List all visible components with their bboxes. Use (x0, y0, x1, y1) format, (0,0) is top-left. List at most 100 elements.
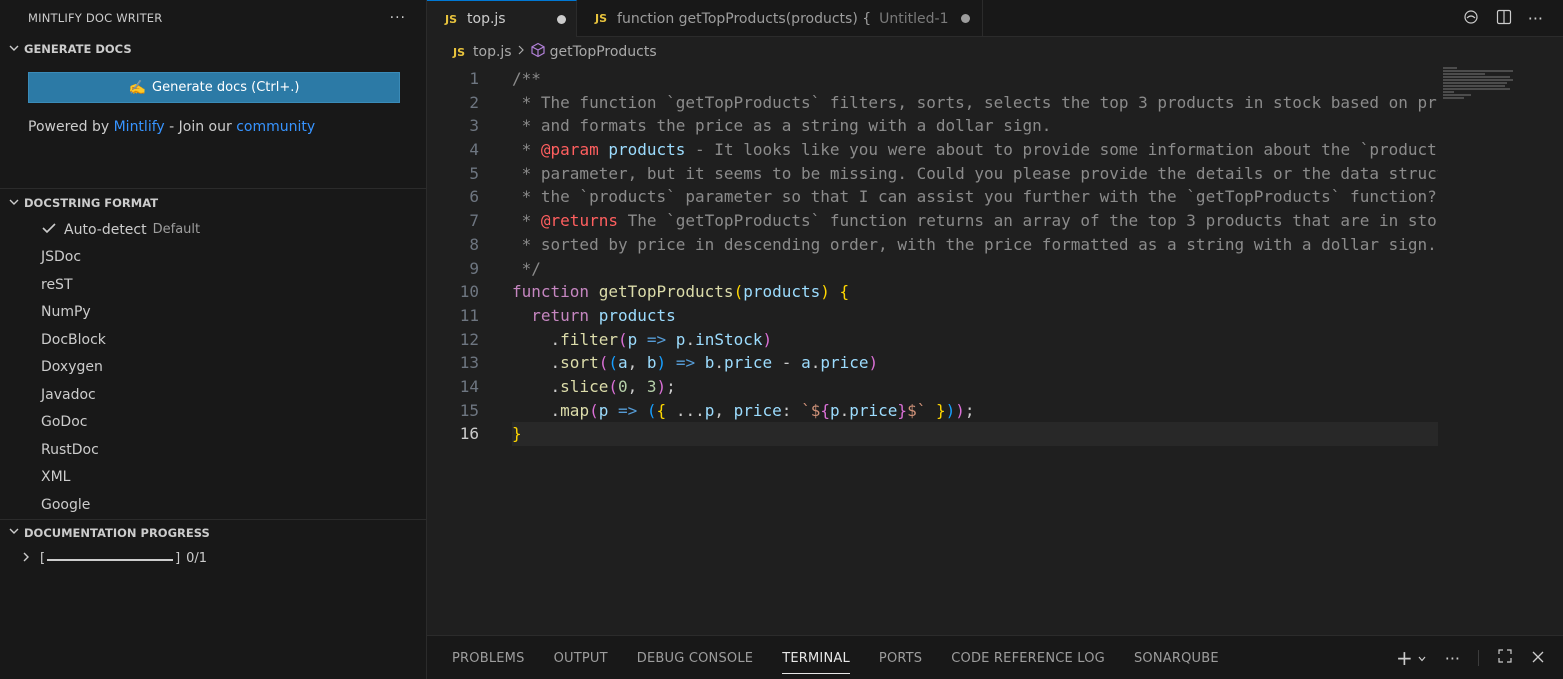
community-link[interactable]: community (236, 119, 315, 135)
tab-debug-console[interactable]: DEBUG CONSOLE (637, 651, 753, 666)
copilot-icon[interactable] (1462, 9, 1480, 29)
format-item-rustdoc[interactable]: RustDoc (0, 436, 426, 464)
property: price (820, 353, 869, 373)
sidebar-title: MINTLIFY DOC WRITER (28, 11, 163, 25)
generate-docs-button[interactable]: ✍️ Generate docs (Ctrl+.) (28, 72, 400, 103)
format-item-docblock[interactable]: DocBlock (0, 326, 426, 354)
line-number: 7 (469, 211, 479, 231)
code-text: /** (512, 69, 541, 88)
code-text: .map(p => ({ ...p, price: `${p.price}$` … (512, 400, 975, 420)
identifier: p (598, 400, 609, 420)
code-text: .sort((a, b) => b.price - a.price) (512, 353, 879, 373)
section-documentation-progress[interactable]: DOCUMENTATION PROGRESS (0, 520, 426, 546)
code-text: } (512, 422, 1438, 446)
keyword: function (512, 282, 590, 302)
method: slice (560, 376, 609, 396)
tab-label: function getTopProducts(products) { (617, 10, 872, 27)
section-docstring-format-label: DOCSTRING FORMAT (24, 196, 159, 210)
minimap[interactable] (1443, 67, 1513, 101)
sidebar: MINTLIFY DOC WRITER ··· GENERATE DOCS ✍️… (0, 0, 427, 679)
section-docstring-format[interactable]: DOCSTRING FORMAT (0, 190, 426, 216)
format-item-rest[interactable]: reST (0, 271, 426, 299)
code-editor[interactable]: 1 /** 2 * The function `getTopProducts` f… (427, 67, 1439, 446)
section-generate-docs-label: GENERATE DOCS (24, 42, 132, 56)
mintlify-link[interactable]: Mintlify (114, 119, 165, 135)
format-item-xml[interactable]: XML (0, 464, 426, 492)
check-icon (42, 222, 56, 238)
format-item-google[interactable]: Google (0, 491, 426, 519)
code-line: 14 .slice(0, 3); (427, 375, 1439, 399)
maximize-panel-icon[interactable] (1497, 648, 1513, 668)
format-item-jsdoc[interactable]: JSDoc (0, 244, 426, 272)
code-text: .filter(p => p.inStock) (512, 329, 773, 349)
line-number: 1 (469, 69, 479, 88)
format-item-doxygen[interactable]: Doxygen (0, 354, 426, 382)
code-text: function getTopProducts(products) { (512, 282, 850, 302)
more-icon[interactable]: ··· (1445, 649, 1460, 668)
comment-star: * (512, 211, 541, 231)
comment-rest: The `getTopProducts` function returns an… (617, 211, 1438, 231)
format-item-auto-detect[interactable]: Auto-detect Default (0, 216, 426, 244)
more-actions-icon[interactable]: ··· (390, 10, 406, 26)
comment-rest: - It looks like you were about to provid… (685, 140, 1438, 160)
code-line: 10 function getTopProducts(products) { (427, 280, 1439, 304)
property: price (849, 400, 898, 420)
code-line: 15 .map(p => ({ ...p, price: `${p.price}… (427, 399, 1439, 423)
code-line: 8 * sorted by price in descending order,… (427, 233, 1439, 257)
format-item-numpy[interactable]: NumPy (0, 299, 426, 327)
tab-ports[interactable]: PORTS (879, 651, 922, 666)
tab-top-js[interactable]: JS top.js (427, 0, 577, 37)
jsdoc-param-name: products (598, 140, 686, 160)
tab-untitled-1[interactable]: JS function getTopProducts(products) { U… (577, 0, 983, 37)
property: inStock (695, 329, 763, 349)
method: map (560, 400, 590, 420)
identifier: b (646, 353, 657, 373)
method: sort (560, 353, 599, 373)
progress-bar (47, 552, 174, 561)
format-item-javadoc[interactable]: Javadoc (0, 381, 426, 409)
more-icon[interactable]: ··· (1528, 9, 1543, 28)
unsaved-dot-icon[interactable] (960, 14, 970, 23)
tab-sonarqube[interactable]: SONARQUBE (1134, 651, 1219, 666)
code-line: 5 * parameter, but it seems to be missin… (427, 162, 1439, 186)
comment-star: * (512, 140, 541, 160)
progress-bar-open: [ (40, 551, 46, 566)
progress-item[interactable]: [ ] 0/1 (0, 546, 426, 572)
line-number: 12 (459, 329, 479, 349)
chevron-down-icon[interactable] (1417, 649, 1427, 668)
method: filter (560, 329, 618, 349)
line-number: 11 (459, 305, 479, 325)
line-number: 13 (459, 353, 479, 373)
line-number: 6 (469, 187, 479, 207)
tab-output[interactable]: OUTPUT (554, 651, 608, 666)
panel-actions: + ··· (1396, 636, 1545, 679)
editor-actions: ··· (1462, 0, 1543, 37)
code-text: * The function `getTopProducts` filters,… (512, 92, 1438, 112)
split-editor-icon[interactable] (1496, 9, 1512, 29)
code-text: * @returns The `getTopProducts` function… (512, 209, 1438, 233)
tab-code-reference-log[interactable]: CODE REFERENCE LOG (951, 651, 1105, 666)
identifier: p (627, 329, 638, 349)
new-terminal-icon[interactable]: + (1396, 646, 1413, 670)
tab-label: top.js (467, 11, 506, 27)
sidebar-header: MINTLIFY DOC WRITER ··· (0, 0, 426, 36)
divider (0, 188, 426, 189)
section-generate-docs[interactable]: GENERATE DOCS (0, 36, 426, 62)
tab-description: Untitled-1 (879, 10, 949, 27)
tab-terminal[interactable]: TERMINAL (782, 651, 850, 674)
code-line: 9 */ (427, 257, 1439, 281)
tab-problems[interactable]: PROBLEMS (452, 651, 525, 666)
format-item-godoc[interactable]: GoDoc (0, 409, 426, 437)
generate-docs-label: Generate docs (Ctrl+.) (152, 80, 300, 95)
editor: JS top.js JS function getTopProducts(prod… (427, 0, 1563, 635)
breadcrumb-file[interactable]: top.js (473, 44, 512, 60)
breadcrumb-symbol[interactable]: getTopProducts (550, 44, 657, 60)
identifier: p (704, 400, 715, 420)
code-text: * @param products - It looks like you we… (512, 138, 1438, 162)
code-line: 11 return products (427, 304, 1439, 328)
jsdoc-tag: @returns (540, 211, 618, 231)
chevron-right-icon (516, 44, 526, 60)
identifier: p (675, 329, 686, 349)
unsaved-dot-icon[interactable] (557, 14, 566, 24)
close-panel-icon[interactable] (1531, 649, 1545, 668)
